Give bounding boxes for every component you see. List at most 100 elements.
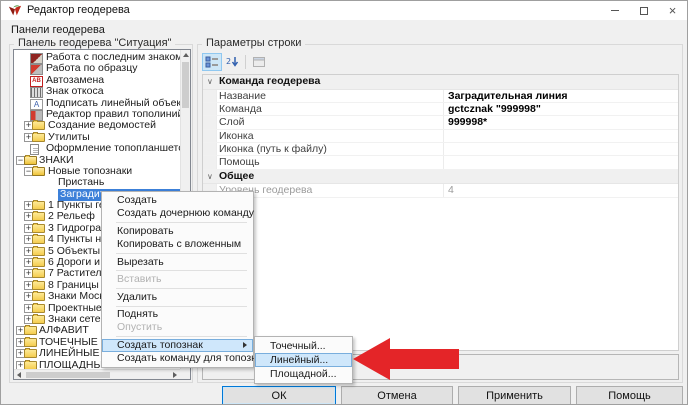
folder-open-icon <box>24 156 37 165</box>
folder-icon <box>24 361 37 369</box>
property-row[interactable]: Командаgctcznak "999998" <box>203 103 678 116</box>
property-category-label: Команда геодерева <box>219 75 320 89</box>
property-row[interactable]: Иконка <box>203 130 678 143</box>
ok-button[interactable]: ОК <box>222 386 336 405</box>
maximize-icon <box>640 7 648 15</box>
geotree-editor-window: Редактор геодерева × Панели геодерева Па… <box>0 0 688 405</box>
context-menu-item[interactable]: Создать <box>102 194 253 207</box>
apply-button[interactable]: Применить <box>458 386 571 405</box>
property-category-row[interactable]: ∨Общее <box>203 170 678 185</box>
alphabetical-sort-icon[interactable]: 2 <box>222 53 242 71</box>
collapse-chevron-icon[interactable]: ∨ <box>207 170 213 184</box>
property-value[interactable]: Заградительная линия <box>448 90 568 102</box>
scroll-left-icon[interactable] <box>17 372 21 378</box>
tree-context-menu: СоздатьСоздать дочернюю команду Копироват… <box>101 191 254 368</box>
folder-icon <box>32 315 45 324</box>
folder-open-icon <box>32 167 45 176</box>
toolbar-separator <box>245 55 246 69</box>
tool-rules-icon <box>30 110 43 121</box>
context-menu-item[interactable]: Копировать с вложенным <box>102 238 253 251</box>
property-category-row[interactable]: ∨ Команда геодерева <box>203 75 678 90</box>
tool-label-line-icon: А <box>30 99 43 110</box>
menubar: Панели геодерева <box>1 20 687 37</box>
row-parameters-title: Параметры строки <box>202 37 305 49</box>
folder-icon <box>24 349 37 358</box>
category-gutter <box>203 90 217 102</box>
column-divider[interactable] <box>443 143 444 155</box>
close-icon: × <box>669 4 677 17</box>
tree-item[interactable]: Оформление топопланшетов <box>15 143 180 154</box>
cancel-button[interactable]: Отмена <box>341 386 453 405</box>
app-logo-icon <box>8 4 22 18</box>
property-grid-toolbar: 2 <box>202 52 269 72</box>
folder-icon <box>24 326 37 335</box>
maximize-button[interactable] <box>629 1 658 20</box>
tree-item-label: ЗНАКИ <box>39 155 74 166</box>
submenu-item[interactable]: Линейный... <box>255 353 352 367</box>
scroll-right-icon[interactable] <box>173 372 177 378</box>
context-menu-item[interactable]: Поднять <box>102 308 253 321</box>
folder-icon <box>32 235 45 244</box>
context-menu-item: Вставить <box>102 273 253 286</box>
context-menu-item[interactable]: Вырезать <box>102 256 253 269</box>
column-divider[interactable] <box>443 116 444 128</box>
property-value[interactable]: 4 <box>448 184 454 196</box>
horizontal-scroll-thumb[interactable] <box>26 372 110 378</box>
property-name: Слой <box>219 116 245 128</box>
context-menu-item[interactable]: Создать дочернюю команду <box>102 207 253 220</box>
submenu-arrow-icon <box>243 342 247 348</box>
context-menu-item[interactable]: Создать команду для топознака... <box>102 352 253 365</box>
folder-icon <box>32 247 45 256</box>
menu-separator <box>116 222 247 223</box>
column-divider[interactable] <box>443 156 444 168</box>
tree-item-label: Знак откоса <box>46 86 104 97</box>
tree-item[interactable]: Знак откоса <box>15 86 180 97</box>
tree-item-label: ЛИНЕЙНЫЕ <box>39 348 99 359</box>
tree-item-label: Работа по образцу <box>46 63 138 74</box>
vertical-scroll-thumb[interactable] <box>182 62 189 108</box>
folder-icon <box>32 258 45 267</box>
close-button[interactable]: × <box>658 1 687 20</box>
context-menu-item[interactable]: Копировать <box>102 225 253 238</box>
context-menu-item[interactable]: Удалить <box>102 291 253 304</box>
tree-item-label: Утилиты <box>48 132 90 143</box>
folder-icon <box>32 292 45 301</box>
property-row[interactable]: Название Заградительная линия <box>203 90 678 103</box>
tool-last-sign-icon <box>30 53 43 64</box>
submenu-item[interactable]: Точечный... <box>255 339 352 353</box>
categorized-view-icon[interactable] <box>202 53 222 71</box>
property-name: Помощь <box>219 156 260 168</box>
create-toposign-submenu: Точечный...Линейный...Площадной... <box>254 336 353 384</box>
tool-slope-icon <box>30 87 43 98</box>
collapse-chevron-icon[interactable]: ∨ <box>207 75 213 89</box>
property-row[interactable]: Уровень геодерева4 <box>203 184 678 197</box>
minimize-icon <box>611 10 619 11</box>
property-row[interactable]: Помощь <box>203 156 678 169</box>
folder-icon <box>24 338 37 347</box>
help-button[interactable]: Помощь <box>576 386 683 405</box>
property-value[interactable]: gctcznak "999998" <box>448 103 541 115</box>
column-divider[interactable] <box>443 103 444 115</box>
column-divider[interactable] <box>443 184 444 196</box>
tree-item-label: Знаки сетей <box>48 314 107 325</box>
scroll-up-icon[interactable] <box>183 53 189 57</box>
context-menu-item[interactable]: Создать топознак <box>102 339 253 352</box>
minimize-button[interactable] <box>600 1 629 20</box>
tree-item[interactable]: Пристань <box>15 177 180 188</box>
column-divider[interactable] <box>443 90 444 102</box>
page-icon <box>30 144 39 155</box>
column-divider[interactable] <box>443 130 444 142</box>
property-name: Название <box>219 90 266 102</box>
submenu-item[interactable]: Площадной... <box>255 367 352 381</box>
tool-sample-icon <box>30 64 43 75</box>
property-row[interactable]: Иконка (путь к файлу) <box>203 143 678 156</box>
property-row[interactable]: Слой 999998* <box>203 116 678 129</box>
property-value[interactable]: 999998* <box>448 116 487 128</box>
tree-item-label: Автозамена <box>46 75 104 86</box>
menu-panels-geotree[interactable]: Панели геодерева <box>1 22 112 36</box>
tree-item-label: Создание ведомостей <box>48 120 156 131</box>
folder-icon <box>32 201 45 210</box>
tree-item[interactable]: +Создание ведомостей <box>15 120 180 131</box>
tree-item-label: Работа с последним знаком <box>46 52 180 63</box>
tree-item-label: Подписать линейный объект... <box>46 98 180 109</box>
